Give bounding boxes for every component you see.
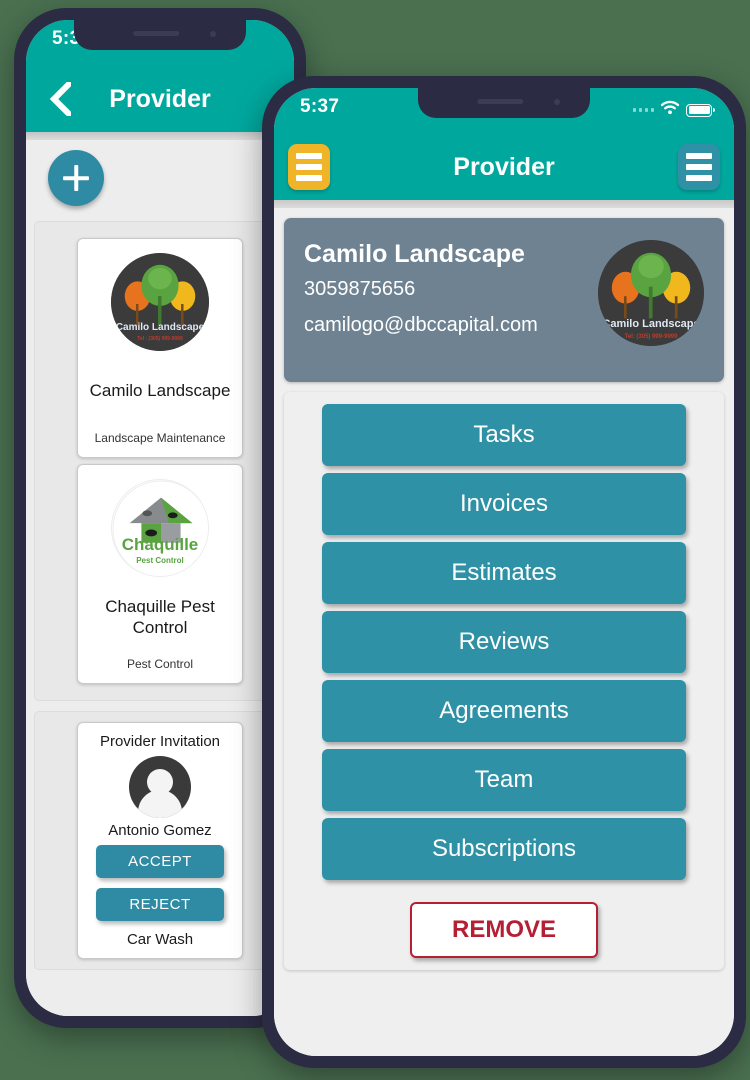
menu-button-reviews[interactable]: Reviews [322, 611, 686, 673]
speaker-slot [477, 99, 524, 104]
logo-arc-text: Camilo Landscape [115, 322, 205, 333]
add-row [26, 132, 294, 221]
front-status-icons [632, 96, 715, 121]
camilo-landscape-logo: Camilo Landscape Tel: (305) 999-9999 [598, 240, 704, 346]
provider-detail-content: Camilo Landscape 3059875656 camilogo@dbc… [274, 200, 734, 1056]
remove-button[interactable]: REMOVE [409, 902, 598, 958]
back-phone-screen: 5:38 Provider Camilo Landscape Tel: (30… [26, 20, 294, 1016]
hamburger-menu-icon-left[interactable] [288, 144, 330, 190]
front-phone-screen: 5:37 Provider Camilo Landscape 305987565… [274, 88, 734, 1056]
provider-card-camilo[interactable]: Camilo Landscape Tel : (305) 999-9999 Ca… [77, 238, 243, 458]
back-navbar: Provider [26, 66, 294, 132]
provider-card-chaquille[interactable]: Chaquille Pest Control Chaquille Pest Co… [77, 464, 243, 684]
menu-button-estimates[interactable]: Estimates [322, 542, 686, 604]
invitation-person-name: Antonio Gomez [108, 822, 212, 839]
accept-button[interactable]: ACCEPT [96, 845, 224, 878]
menu-button-agreements[interactable]: Agreements [322, 680, 686, 742]
menu-button-tasks[interactable]: Tasks [322, 404, 686, 466]
chevron-left-icon[interactable] [40, 76, 80, 122]
provider-profile-card: Camilo Landscape 3059875656 camilogo@dbc… [284, 218, 724, 382]
reject-button[interactable]: REJECT [96, 888, 224, 921]
user-avatar-icon [129, 756, 191, 818]
provider-card-name: Chaquille Pest Control [105, 596, 215, 637]
front-camera-dot [554, 99, 560, 105]
battery-full-icon [686, 103, 715, 117]
provider-email: camilogo@dbccapital.com [304, 314, 538, 336]
front-camera-dot [210, 31, 216, 37]
avatar-body [138, 790, 182, 818]
provider-card-category: Landscape Maintenance [94, 431, 226, 445]
speaker-slot [133, 31, 180, 36]
menu-button-invoices[interactable]: Invoices [322, 473, 686, 535]
provider-card-name: Camilo Landscape [89, 381, 231, 401]
menu-button-subscriptions[interactable]: Subscriptions [322, 818, 686, 880]
chaquille-pest-control-logo: Chaquille Pest Control [111, 479, 209, 577]
menu-button-team[interactable]: Team [322, 749, 686, 811]
invitation-category: Car Wash [126, 931, 194, 948]
signal-dots-icon [632, 108, 654, 112]
provider-invitation-card: Provider Invitation Antonio Gomez ACCEPT… [77, 722, 243, 959]
front-navbar: Provider [274, 134, 734, 200]
camilo-landscape-logo: Camilo Landscape Tel : (305) 999-9999 [111, 253, 209, 351]
invitation-title: Provider Invitation [99, 733, 221, 750]
phone-notch [74, 20, 246, 50]
phone-notch [418, 88, 590, 118]
provider-profile-info: Camilo Landscape 3059875656 camilogo@dbc… [304, 240, 538, 337]
hamburger-menu-icon-right[interactable] [678, 144, 720, 190]
remove-row: REMOVE [322, 902, 686, 958]
provider-phone: 3059875656 [304, 278, 416, 300]
chaquille-brand-text: Chaquille [121, 535, 199, 554]
provider-card-category: Pest Control [126, 657, 194, 671]
wifi-icon [660, 99, 680, 121]
front-phone-frame: 5:37 Provider Camilo Landscape 305987565… [262, 76, 746, 1068]
logo-tel-text: Tel: (305) 999-9999 [624, 334, 678, 340]
invitation-section: Provider Invitation Antonio Gomez ACCEPT… [34, 711, 286, 970]
front-page-title: Provider [453, 152, 555, 181]
front-status-time: 5:37 [300, 96, 340, 117]
logo-tel-text: Tel : (305) 999-9999 [137, 336, 183, 342]
chaquille-tagline-text: Pest Control [136, 556, 184, 565]
back-provider-list: Camilo Landscape Tel : (305) 999-9999 Ca… [26, 132, 294, 1016]
provider-name: Camilo Landscape [304, 240, 525, 268]
logo-arc-text: Camilo Landscape [602, 318, 700, 330]
add-provider-button[interactable] [48, 150, 104, 206]
provider-cards-section: Camilo Landscape Tel : (305) 999-9999 Ca… [34, 221, 286, 701]
provider-menu-panel: Tasks Invoices Estimates Reviews Agreeme… [284, 392, 724, 970]
